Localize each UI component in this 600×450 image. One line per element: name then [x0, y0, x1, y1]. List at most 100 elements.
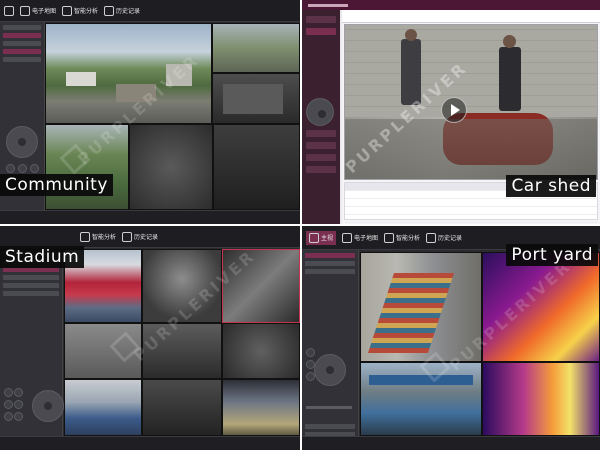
video-feed-port-thermal-2[interactable]	[482, 362, 600, 436]
device-tree-item[interactable]	[3, 275, 59, 280]
ptz-iris-button[interactable]	[30, 164, 39, 173]
analysis-icon	[80, 231, 90, 242]
stadium-toolbar: 智能分析 历史记录	[0, 226, 300, 248]
ptz-focus-far-button[interactable]	[14, 400, 23, 409]
video-feed-car-shed[interactable]	[344, 24, 598, 180]
main-view-button[interactable]: 主视	[306, 230, 337, 245]
history-label: 历史记录	[116, 8, 141, 15]
device-tree-item[interactable]	[3, 49, 41, 54]
video-feed-stadium-8[interactable]	[142, 379, 222, 436]
ptz-direction-pad[interactable]	[314, 354, 346, 386]
community-status-bar	[0, 210, 300, 224]
ptz-iris-button[interactable]	[306, 372, 315, 381]
smart-analysis-label: 智能分析	[396, 235, 421, 242]
sidebar-button[interactable]	[306, 130, 336, 137]
smart-analysis-label: 智能分析	[74, 8, 99, 15]
sidebar-button[interactable]	[306, 16, 336, 23]
stadium-panel: 智能分析 历史记录 PURPLERIVER Stadium	[0, 226, 300, 450]
ptz-focus-button[interactable]	[306, 360, 315, 369]
smart-analysis-label: 智能分析	[92, 234, 117, 241]
car-shed-sidebar	[302, 10, 340, 224]
crane-beam	[369, 375, 473, 385]
analysis-icon	[62, 5, 73, 16]
ptz-iris-open-button[interactable]	[4, 412, 13, 421]
device-tree-item[interactable]	[3, 33, 41, 38]
video-feed-3[interactable]	[212, 73, 300, 124]
video-feed-5[interactable]	[129, 124, 213, 210]
analysis-icon	[384, 232, 395, 243]
car-shed-panel: PURPLERIVER Car shed	[302, 0, 600, 224]
ptz-iris-close-button[interactable]	[14, 412, 23, 421]
table-row[interactable]	[345, 215, 597, 223]
history-button[interactable]: 历史记录	[426, 232, 463, 243]
containers	[368, 273, 454, 353]
e-map-button[interactable]: 电子地图	[342, 232, 379, 243]
video-feed-stadium-6[interactable]	[222, 323, 300, 379]
port-yard-panel: 主视 电子地图 智能分析 历史记录 PURPLERIVER Port yard	[302, 226, 600, 450]
building-shape	[223, 84, 283, 114]
stadium-sidebar	[0, 248, 64, 445]
video-feed-6[interactable]	[213, 124, 300, 210]
port-status-bar	[302, 436, 600, 450]
ptz-focus-button[interactable]	[18, 164, 27, 173]
table-row[interactable]	[345, 207, 597, 215]
building-shape	[66, 72, 96, 86]
smart-analysis-button[interactable]: 智能分析	[80, 231, 117, 242]
ptz-zoom-out-button[interactable]	[14, 388, 23, 397]
community-toolbar: 电子地图 智能分析 历史记录	[0, 0, 300, 22]
device-tree-item[interactable]	[3, 41, 41, 46]
person-head	[405, 29, 417, 41]
history-button[interactable]: 历史记录	[104, 5, 141, 16]
map-icon	[20, 5, 30, 16]
preset-item[interactable]	[305, 424, 355, 429]
user-button[interactable]	[4, 5, 14, 16]
video-feed-port-2[interactable]	[360, 362, 482, 436]
history-icon	[426, 232, 437, 243]
device-tree-item[interactable]	[3, 291, 59, 296]
speed-slider[interactable]	[306, 406, 352, 409]
device-tree-item[interactable]	[3, 283, 59, 288]
device-tree-item[interactable]	[305, 269, 355, 274]
ptz-direction-pad[interactable]	[306, 98, 334, 126]
e-map-label: 电子地图	[32, 8, 57, 15]
history-button[interactable]: 历史记录	[122, 231, 159, 242]
stadium-label: Stadium	[0, 246, 85, 268]
history-icon	[122, 231, 133, 242]
ptz-direction-pad[interactable]	[6, 126, 38, 158]
person-figure	[499, 47, 521, 111]
play-icon[interactable]	[441, 97, 467, 123]
sidebar-button[interactable]	[306, 154, 336, 161]
sidebar-button[interactable]	[306, 28, 336, 35]
car-shed-label: Car shed	[506, 175, 596, 197]
sidebar-button[interactable]	[306, 166, 336, 173]
video-feed-port-thermal-1[interactable]	[482, 252, 600, 362]
table-row[interactable]	[345, 199, 597, 207]
ptz-direction-pad[interactable]	[32, 390, 64, 422]
device-tree-item[interactable]	[3, 25, 41, 30]
ptz-focus-near-button[interactable]	[4, 400, 13, 409]
ptz-zoom-in-button[interactable]	[4, 388, 13, 397]
history-label: 历史记录	[438, 235, 463, 242]
smart-analysis-button[interactable]: 智能分析	[384, 232, 421, 243]
port-sidebar	[302, 250, 359, 445]
ptz-zoom-button[interactable]	[306, 348, 315, 357]
video-feed-stadium-7[interactable]	[64, 379, 142, 436]
e-map-label: 电子地图	[354, 235, 379, 242]
port-yard-label: Port yard	[506, 244, 598, 266]
table-row[interactable]	[345, 223, 597, 224]
device-tree-item[interactable]	[3, 57, 41, 62]
video-feed-2[interactable]	[212, 23, 300, 73]
composite-screenshot: 电子地图 智能分析 历史记录 PURPLERIVER Community PUR…	[0, 0, 600, 450]
history-label: 历史记录	[134, 234, 159, 241]
video-feed-stadium-9[interactable]	[222, 379, 300, 436]
e-map-button[interactable]: 电子地图	[20, 5, 57, 16]
stadium-status-bar	[0, 436, 300, 450]
device-tree-item[interactable]	[305, 253, 355, 258]
sidebar-button[interactable]	[306, 142, 336, 149]
main-view-label: 主视	[321, 235, 334, 242]
device-tree-item[interactable]	[305, 261, 355, 266]
community-label: Community	[0, 174, 113, 196]
window-title-block	[308, 3, 348, 7]
smart-analysis-button[interactable]: 智能分析	[62, 5, 99, 16]
ptz-zoom-button[interactable]	[6, 164, 15, 173]
